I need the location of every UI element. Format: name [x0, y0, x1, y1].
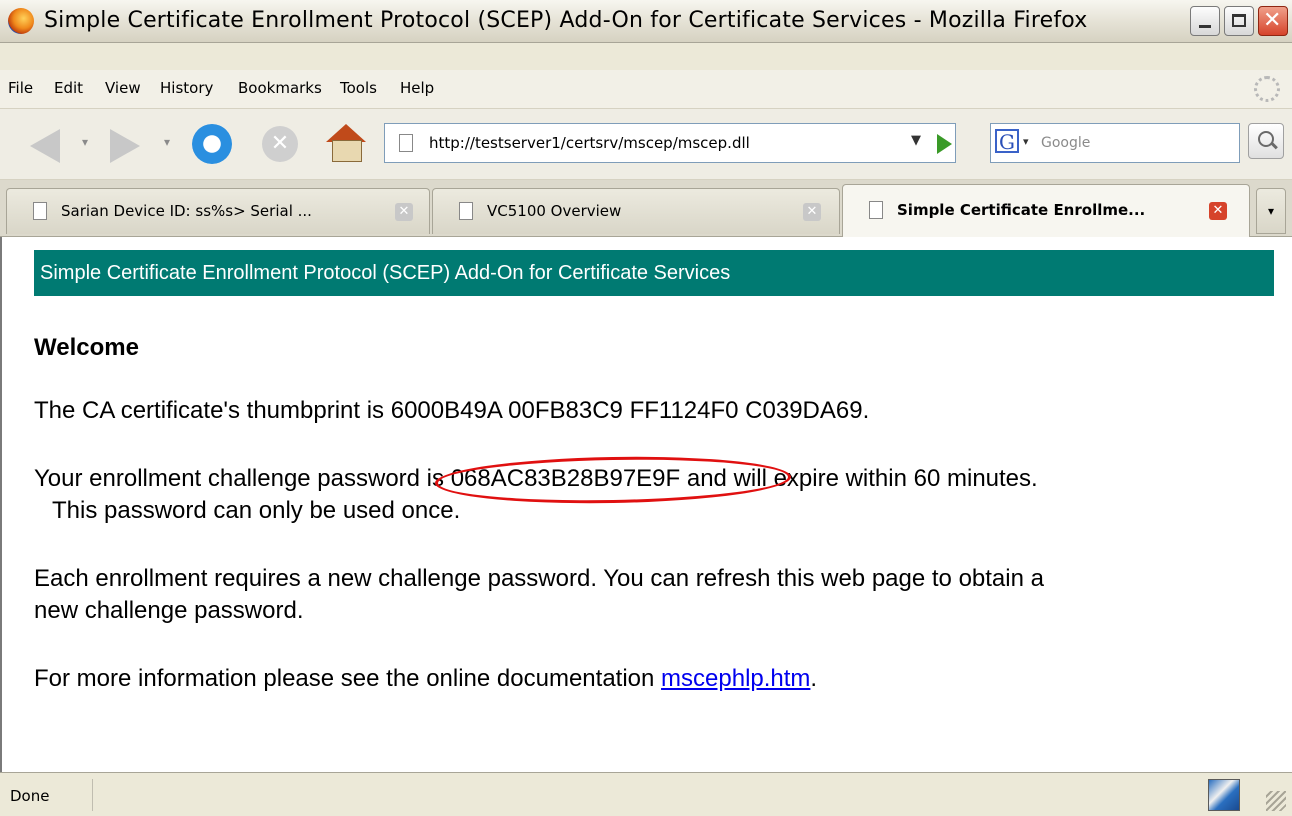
tab-close-icon[interactable]: ✕: [395, 203, 413, 221]
firefox-icon: [8, 8, 34, 34]
page-icon: [33, 202, 47, 220]
search-engine-icon[interactable]: G: [995, 129, 1019, 153]
home-icon[interactable]: [326, 124, 366, 162]
maximize-icon: [1232, 14, 1246, 27]
tab-bar: Sarian Device ID: ss%s> Serial ... ✕ VC5…: [0, 180, 1292, 237]
back-arrow-icon[interactable]: [30, 129, 60, 163]
page-icon: [399, 134, 413, 152]
url-bar[interactable]: http://testserver1/certsrv/mscep/mscep.d…: [384, 123, 956, 163]
menu-bar: File Edit View History Bookmarks Tools H…: [0, 70, 1292, 109]
url-text[interactable]: http://testserver1/certsrv/mscep/mscep.d…: [429, 134, 750, 152]
thumbprint-text: The CA certificate's thumbprint is 6000B…: [34, 397, 870, 424]
more-info-line: For more information please see the onli…: [34, 665, 817, 693]
highlight-ellipse: [434, 453, 792, 507]
url-history-dropdown-icon[interactable]: ▼: [911, 133, 921, 148]
close-icon: ✕: [1263, 8, 1282, 33]
page-heading: Welcome: [34, 334, 139, 361]
addon-status-icon[interactable]: [1208, 779, 1240, 811]
window-title: Simple Certificate Enrollment Protocol (…: [44, 8, 1088, 33]
password-prefix: Your enrollment challenge password is: [34, 465, 451, 492]
enrollment-note-line1: Each enrollment requires a new challenge…: [34, 565, 1044, 592]
enrollment-note-line2: new challenge password.: [34, 597, 304, 624]
menu-view[interactable]: View: [105, 79, 141, 97]
close-button[interactable]: ✕: [1258, 6, 1288, 36]
browser-window: Simple Certificate Enrollment Protocol (…: [0, 0, 1292, 816]
more-info-suffix: .: [810, 665, 818, 692]
tab-vc5100-overview[interactable]: VC5100 Overview ✕: [432, 188, 840, 234]
forward-arrow-icon[interactable]: [110, 129, 140, 163]
password-note: This password can only be used once.: [52, 497, 461, 524]
menu-help[interactable]: Help: [400, 79, 434, 97]
password-line: Your enrollment challenge password is 06…: [34, 453, 1038, 507]
tab-list-dropdown-icon[interactable]: ▾: [1256, 188, 1286, 234]
title-bar[interactable]: Simple Certificate Enrollment Protocol (…: [0, 0, 1292, 43]
minimize-icon: [1199, 25, 1211, 28]
navigation-toolbar: ▾ ▾ ✕ http://testserver1/certsrv/mscep/m…: [0, 109, 1292, 180]
tab-scep-active[interactable]: Simple Certificate Enrollme... ✕: [842, 184, 1250, 237]
menu-tools[interactable]: Tools: [340, 79, 377, 97]
stop-icon[interactable]: ✕: [262, 126, 298, 162]
status-bar: Done: [0, 772, 1292, 816]
page-icon: [459, 202, 473, 220]
status-text: Done: [10, 787, 50, 805]
menu-file[interactable]: File: [8, 79, 33, 97]
tab-sarian-device[interactable]: Sarian Device ID: ss%s> Serial ... ✕: [6, 188, 430, 234]
tab-close-icon[interactable]: ✕: [803, 203, 821, 221]
minimize-button[interactable]: [1190, 6, 1220, 36]
go-arrow-icon[interactable]: [937, 134, 952, 154]
back-history-dropdown-icon[interactable]: ▾: [82, 135, 88, 149]
tab-label: VC5100 Overview: [487, 202, 622, 220]
maximize-button[interactable]: [1224, 6, 1254, 36]
tab-label: Sarian Device ID: ss%s> Serial ...: [61, 202, 312, 220]
more-info-prefix: For more information please see the onli…: [34, 665, 662, 692]
page-banner: Simple Certificate Enrollment Protocol (…: [34, 250, 1274, 296]
status-divider: [92, 779, 1193, 811]
activity-throbber-icon: [1254, 76, 1280, 102]
forward-history-dropdown-icon[interactable]: ▾: [164, 135, 170, 149]
search-engine-dropdown-icon[interactable]: ▾: [1023, 135, 1029, 148]
tab-label: Simple Certificate Enrollme...: [897, 201, 1146, 219]
search-input[interactable]: Google: [1041, 135, 1090, 151]
resize-grip-icon[interactable]: [1266, 791, 1286, 811]
search-button[interactable]: [1248, 123, 1284, 159]
menu-bookmarks[interactable]: Bookmarks: [238, 79, 322, 97]
search-box[interactable]: G ▾ Google: [990, 123, 1240, 163]
page-content: Simple Certificate Enrollment Protocol (…: [0, 237, 1292, 772]
menu-edit[interactable]: Edit: [54, 79, 83, 97]
tab-close-icon[interactable]: ✕: [1209, 202, 1227, 220]
page-icon: [869, 201, 883, 219]
challenge-password: 068AC83B28B97E9F: [434, 453, 792, 507]
menu-history[interactable]: History: [160, 79, 213, 97]
documentation-link[interactable]: mscephlp.htm: [661, 665, 810, 692]
reload-icon[interactable]: [192, 124, 232, 164]
